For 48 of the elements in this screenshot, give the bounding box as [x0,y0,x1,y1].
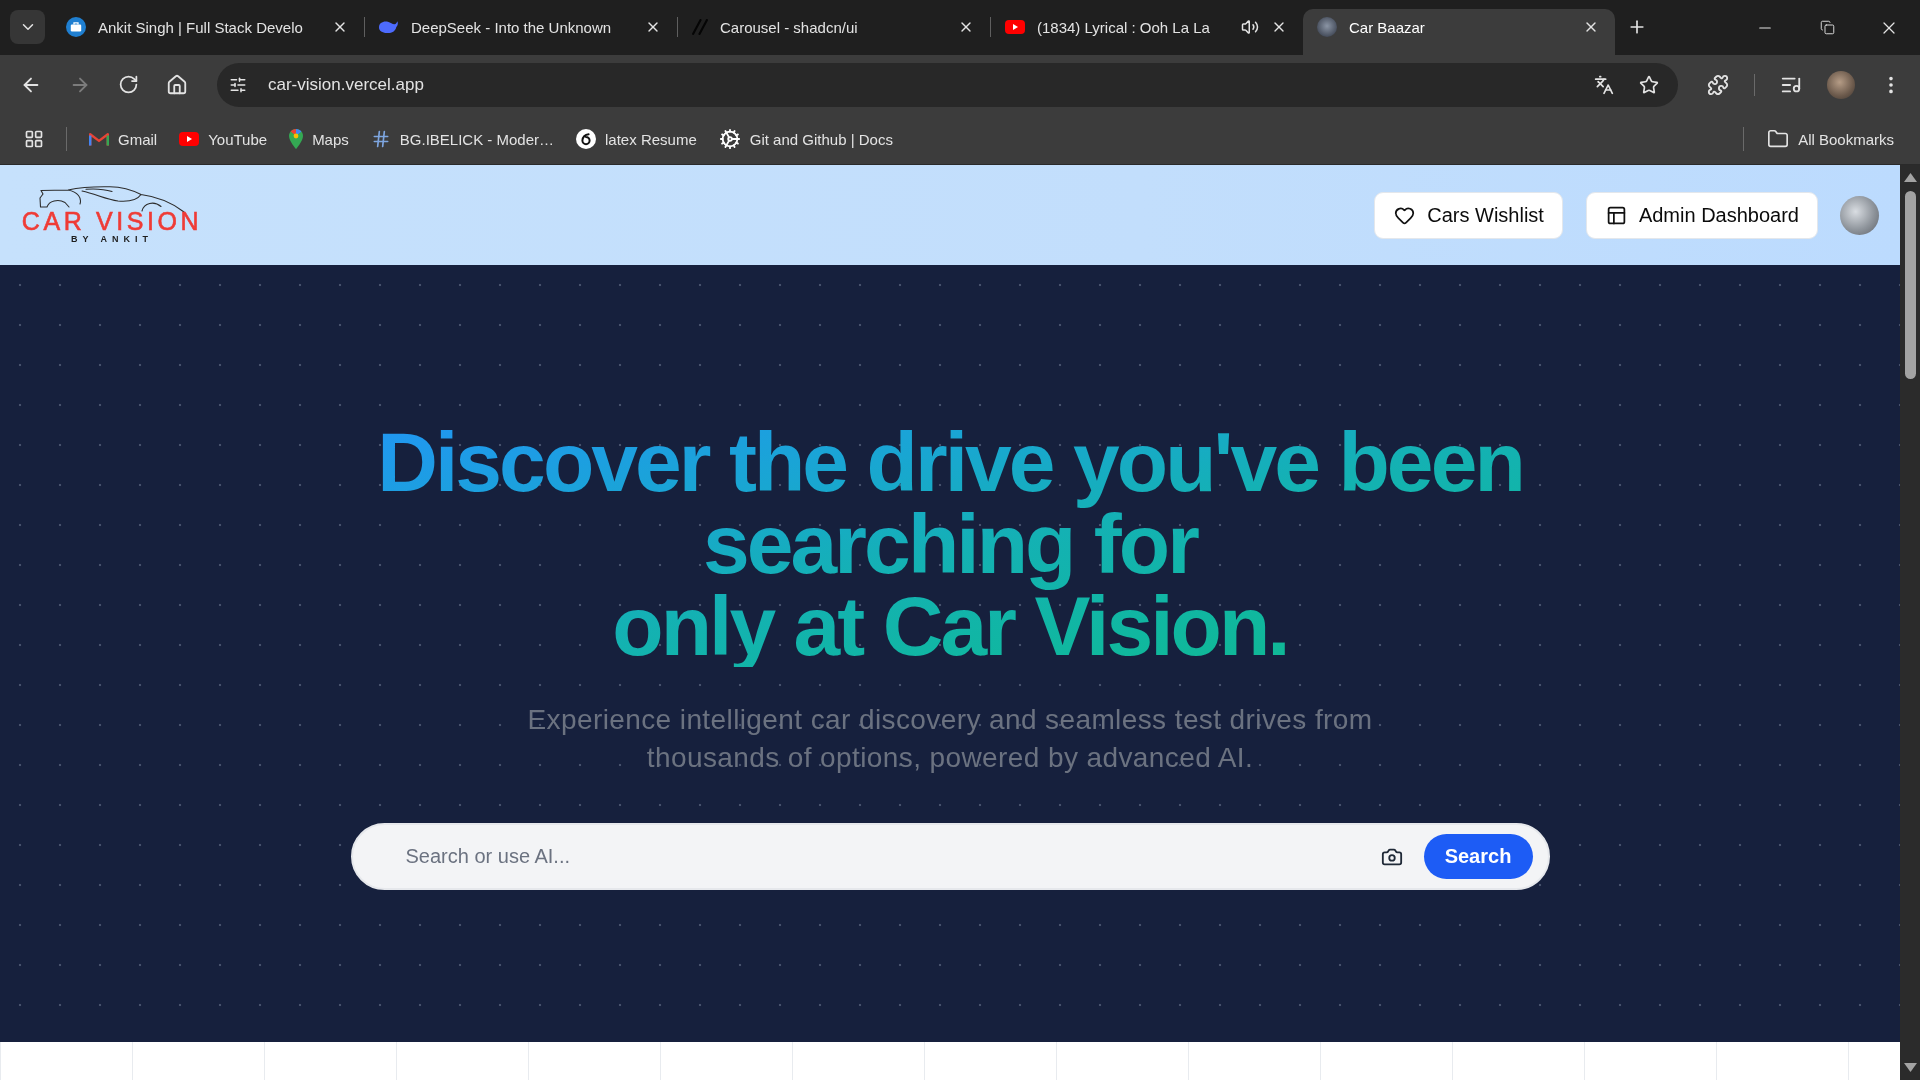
sliders-icon[interactable] [229,75,247,94]
browser-tab[interactable]: DeepSeek - Into the Unknown [365,9,677,55]
caret-up-icon[interactable] [1903,173,1917,182]
scrollbar-thumb[interactable] [1904,191,1916,379]
bookmark-link[interactable]: Gmail [81,123,166,155]
browser-tab[interactable]: Carousel - shadcn/ui [678,9,990,55]
scrollbar[interactable] [1900,165,1920,1080]
user-avatar[interactable] [1840,195,1879,235]
star-icon[interactable] [1639,74,1659,95]
translate-icon[interactable] [1594,74,1614,95]
layout-icon [1605,204,1627,226]
folder-icon [1767,128,1790,150]
logo-tagline: BY ANKIT [71,234,153,244]
browser-tab[interactable]: Ankit Singh | Full Stack Develo [52,9,364,55]
hero-subtitle: Experience intelligent car discovery and seamless test drives from thousands of options, powered by advanced AI. [526,703,1374,775]
play-button-icon [179,132,200,146]
bookmark-link[interactable]: Git and Github | Docs [710,123,901,155]
reload-icon[interactable] [118,74,139,95]
whale-icon [379,20,399,34]
photo-placeholder [1317,17,1337,37]
house-icon[interactable] [166,73,188,96]
swirl-icon [576,129,597,149]
grid-icon[interactable] [24,129,44,149]
user-avatar[interactable] [1827,70,1855,99]
restore-icon[interactable] [1819,20,1835,35]
wishlist-button[interactable]: Cars Wishlist [1374,191,1563,239]
search-field[interactable]: Search or use AI... Search [350,823,1550,890]
car-outline-icon [38,186,186,213]
tab-search-button[interactable] [10,10,45,44]
browser-tab[interactable]: Car Baazar [1303,9,1615,55]
dashboard-button[interactable]: Admin Dashboard [1585,191,1818,239]
mail-icon [89,131,109,147]
browser-tab[interactable]: (1834) Lyrical : Ooh La La [991,9,1303,55]
map-pin-icon [289,129,304,149]
all-bookmarks-link[interactable]: All Bookmarks [1759,123,1902,155]
bookmark-link[interactable]: Maps [281,123,357,155]
briefcase-icon [66,17,86,37]
slashes-icon [692,19,708,35]
address-field[interactable]: car-vision.vercel.app [217,62,1678,107]
gear-icon [718,128,741,150]
bookmark-link[interactable]: BG.IBELICK - Moder… [362,123,563,155]
bookmark-link[interactable]: YouTube [171,123,276,155]
search-button[interactable]: Search [1423,834,1533,879]
caret-down-icon[interactable] [1903,1063,1917,1072]
puzzle-icon[interactable] [1707,73,1729,96]
bookmark-link[interactable]: latex Resume [568,123,705,155]
play-button-icon [1005,20,1025,34]
speaker-icon[interactable] [1241,18,1259,36]
